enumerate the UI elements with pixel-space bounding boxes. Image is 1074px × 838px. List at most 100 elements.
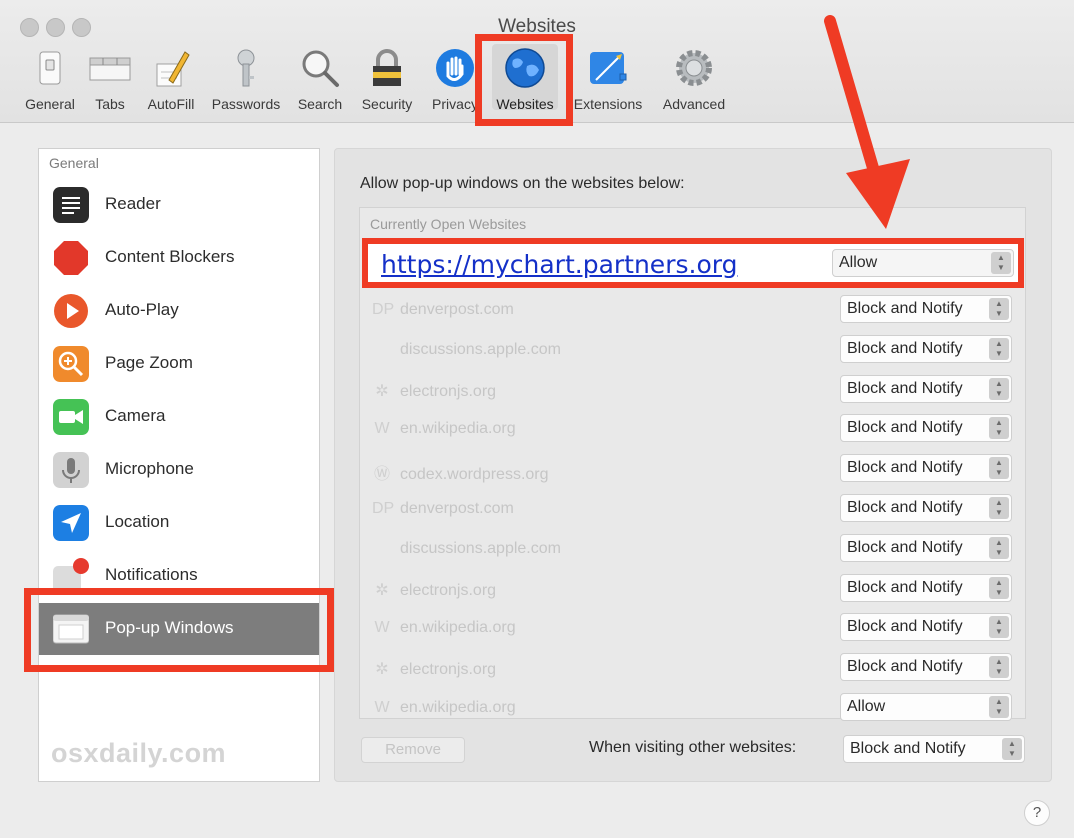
- help-button[interactable]: ?: [1024, 800, 1050, 826]
- stepper-arrows-icon: ▲ ▼: [989, 656, 1009, 679]
- microphone-icon: [53, 452, 89, 488]
- website-setting-select[interactable]: Block and Notify ▲ ▼: [840, 653, 1012, 682]
- other-websites-select[interactable]: Block and Notify ▲ ▼: [843, 735, 1025, 763]
- other-websites-label: When visiting other websites:: [589, 739, 797, 756]
- wikipedia-icon: W: [374, 619, 390, 637]
- website-setting-select[interactable]: Block and Notify ▲ ▼: [840, 533, 1012, 562]
- tab-search[interactable]: Search: [292, 44, 348, 116]
- stepper-arrows-icon: ▲ ▼: [989, 497, 1009, 519]
- tab-security[interactable]: Security: [354, 44, 420, 116]
- website-setting-select[interactable]: Allow ▲ ▼: [840, 693, 1012, 721]
- stepper-arrows-icon: ▲ ▼: [989, 337, 1009, 360]
- website-row[interactable]: ✲ electronjs.org Block and Notify ▲ ▼: [360, 370, 1025, 410]
- website-name: ✲ electronjs.org: [372, 580, 496, 600]
- website-setting-select[interactable]: Block and Notify ▲ ▼: [840, 573, 1012, 602]
- website-row[interactable]: ✲ electronjs.org Block and Notify ▲ ▼: [360, 648, 1025, 688]
- website-setting-select[interactable]: Allow ▲ ▼: [832, 249, 1014, 277]
- website-name: Wen.wikipedia.org: [372, 699, 515, 717]
- website-row[interactable]: Wen.wikipedia.org Block and Notify ▲ ▼: [360, 409, 1025, 449]
- website-name: Wen.wikipedia.org: [372, 619, 515, 637]
- website-name: Ⓦcodex.wordpress.org: [372, 460, 549, 484]
- remove-button[interactable]: Remove: [361, 737, 465, 763]
- wordpress-icon: Ⓦ: [373, 466, 390, 484]
- dp-icon: DP: [372, 301, 395, 318]
- tab-autofill[interactable]: AutoFill: [140, 44, 202, 116]
- stepper-arrows-icon: ▲ ▼: [989, 457, 1009, 480]
- sidebar-item-reader[interactable]: Reader: [39, 179, 319, 231]
- magnifier-icon: [302, 50, 339, 87]
- website-row[interactable]: ✲ electronjs.org Block and Notify ▲ ▼: [360, 569, 1025, 609]
- lock-icon: [373, 49, 401, 86]
- tab-extensions[interactable]: Extensions: [566, 44, 650, 116]
- website-name: DP denverpost.com: [372, 301, 514, 318]
- website-row[interactable]: discussions.apple.com Block and Notify ▲ ▼: [360, 330, 1025, 370]
- gear-icon: [676, 50, 712, 86]
- website-setting-select[interactable]: Block and Notify ▲ ▼: [840, 374, 1012, 403]
- pencil-form-icon: [156, 51, 190, 87]
- atom-icon: ✲: [375, 382, 389, 400]
- website-name: Wen.wikipedia.org: [372, 420, 515, 438]
- website-setting-select[interactable]: Block and Notify ▲ ▼: [840, 414, 1012, 443]
- website-name: discussions.apple.com: [400, 539, 561, 557]
- sidebar-item-microphone[interactable]: Microphone: [39, 444, 319, 496]
- sidebar-item-content-blockers[interactable]: Content Blockers: [39, 232, 319, 284]
- location-arrow-icon: [53, 505, 89, 541]
- website-name: discussions.apple.com: [400, 340, 561, 358]
- stepper-arrows-icon: ▲ ▼: [991, 252, 1011, 274]
- website-row[interactable]: Wen.wikipedia.org Block and Notify ▲ ▼: [360, 608, 1025, 648]
- stepper-arrows-icon: ▲ ▼: [989, 417, 1009, 440]
- panel-description: Allow pop-up windows on the websites bel…: [360, 175, 685, 192]
- sidebar-item-page-zoom[interactable]: Page Zoom: [39, 338, 319, 390]
- website-row[interactable]: discussions.apple.com Block and Notify ▲ ▼: [360, 529, 1025, 569]
- wikipedia-icon: W: [374, 699, 390, 716]
- key-icon: [237, 49, 255, 87]
- atom-icon: ✲: [375, 581, 389, 599]
- stepper-arrows-icon: ▲ ▼: [989, 696, 1009, 718]
- play-icon: [54, 294, 88, 328]
- website-url-link[interactable]: https://mychart.partners.org: [381, 250, 737, 279]
- hand-icon: [436, 49, 474, 87]
- general-switch-icon: [39, 51, 61, 85]
- stop-sign-icon: [54, 241, 88, 275]
- tab-advanced[interactable]: Advanced: [654, 44, 734, 116]
- sidebar-header: General: [49, 155, 99, 171]
- sidebar-item-camera[interactable]: Camera: [39, 391, 319, 443]
- website-setting-select[interactable]: Block and Notify ▲ ▼: [840, 454, 1012, 483]
- highlighted-website-row[interactable]: https://mychart.partners.org Allow ▲ ▼: [362, 238, 1024, 288]
- dp-icon: DP: [372, 500, 395, 517]
- zoom-icon: [53, 346, 89, 382]
- stepper-arrows-icon: ▲ ▼: [989, 377, 1009, 400]
- website-name: ✲ electronjs.org: [372, 381, 496, 401]
- sidebar: General Reader Content Blockers Auto-Pla…: [38, 148, 320, 782]
- website-row[interactable]: DP denverpost.com Block and Notify ▲ ▼: [360, 489, 1025, 529]
- sidebar-item-auto-play[interactable]: Auto-Play: [39, 285, 319, 337]
- watermark: osxdaily.com: [51, 738, 227, 768]
- website-setting-select[interactable]: Block and Notify ▲ ▼: [840, 494, 1012, 522]
- table-header: Currently Open Websites: [370, 216, 527, 232]
- website-row[interactable]: Ⓦcodex.wordpress.org Block and Notify ▲ ▼: [360, 449, 1025, 489]
- website-row[interactable]: DP denverpost.com Block and Notify ▲ ▼: [360, 290, 1025, 330]
- stepper-arrows-icon: ▲ ▼: [1002, 738, 1022, 760]
- camera-icon: [53, 399, 89, 435]
- website-name: ✲ electronjs.org: [372, 659, 496, 679]
- reader-icon: [53, 187, 89, 223]
- stepper-arrows-icon: ▲ ▼: [989, 536, 1009, 559]
- puzzle-compass-icon: [590, 52, 627, 84]
- website-name: DP denverpost.com: [372, 500, 514, 517]
- tab-general[interactable]: General: [18, 44, 82, 116]
- website-setting-select[interactable]: Block and Notify ▲ ▼: [840, 613, 1012, 642]
- annotation-box-websites-tab: [475, 34, 573, 126]
- website-setting-select[interactable]: Block and Notify ▲ ▼: [840, 295, 1012, 323]
- annotation-box-popup-item: [24, 588, 334, 672]
- website-setting-select[interactable]: Block and Notify ▲ ▼: [840, 334, 1012, 363]
- stepper-arrows-icon: ▲ ▼: [989, 576, 1009, 599]
- tab-tabs[interactable]: Tabs: [84, 44, 136, 116]
- sidebar-item-location[interactable]: Location: [39, 497, 319, 549]
- tabs-icon: [89, 57, 131, 81]
- tab-passwords[interactable]: Passwords: [204, 44, 288, 116]
- annotation-arrow-icon: [824, 15, 910, 229]
- stepper-arrows-icon: ▲ ▼: [989, 298, 1009, 320]
- wikipedia-icon: W: [374, 420, 390, 438]
- atom-icon: ✲: [375, 661, 389, 679]
- website-row[interactable]: Wen.wikipedia.org Allow ▲ ▼: [360, 688, 1025, 728]
